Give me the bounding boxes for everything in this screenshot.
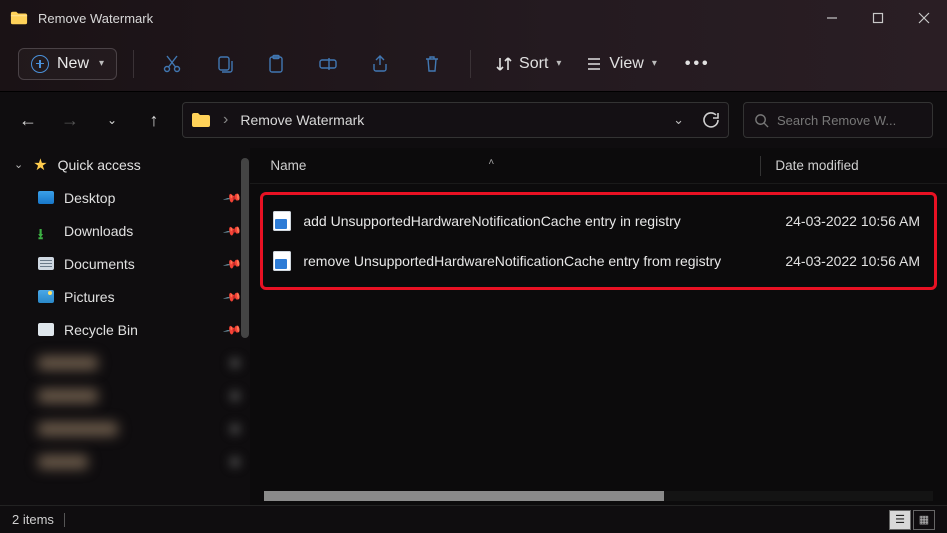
- pin-icon: 📌: [223, 319, 243, 339]
- copy-button[interactable]: [202, 44, 246, 84]
- file-date: 24-03-2022 10:56 AM: [785, 213, 928, 229]
- download-icon: ⭳: [38, 224, 54, 237]
- sidebar-item-recycle-bin[interactable]: Recycle Bin 📌: [0, 313, 250, 346]
- sidebar-item-redacted[interactable]: [0, 445, 250, 478]
- file-name: add UnsupportedHardwareNotificationCache…: [303, 213, 773, 229]
- view-label: View: [609, 55, 643, 73]
- quick-access-label: Quick access: [58, 157, 141, 173]
- column-header-row: Name ˄ Date modified: [250, 148, 947, 184]
- star-icon: ★: [33, 155, 47, 175]
- up-button[interactable]: ↑: [140, 106, 168, 134]
- view-icon: [585, 55, 603, 73]
- column-header-name[interactable]: Name ˄: [270, 158, 760, 173]
- recycle-bin-icon: [38, 323, 54, 336]
- paste-button[interactable]: [254, 44, 298, 84]
- file-row[interactable]: add UnsupportedHardwareNotificationCache…: [269, 201, 928, 241]
- sort-label: Sort: [519, 55, 548, 73]
- forward-button[interactable]: →: [56, 106, 84, 134]
- sidebar-item-desktop[interactable]: Desktop 📌: [0, 181, 250, 214]
- highlighted-files-box: add UnsupportedHardwareNotificationCache…: [260, 192, 937, 290]
- chevron-down-icon: ▾: [99, 58, 104, 69]
- cut-button[interactable]: [150, 44, 194, 84]
- maximize-button[interactable]: [855, 0, 901, 36]
- share-button[interactable]: [358, 44, 402, 84]
- pin-icon: 📌: [223, 220, 243, 240]
- breadcrumb-current[interactable]: Remove Watermark: [240, 112, 364, 128]
- back-button[interactable]: ←: [14, 106, 42, 134]
- folder-icon: [191, 112, 211, 128]
- chevron-down-icon: ⌄: [14, 158, 23, 171]
- chevron-down-icon: ▾: [556, 58, 561, 69]
- address-bar[interactable]: › Remove Watermark ⌄: [182, 102, 729, 138]
- column-date-label: Date modified: [775, 158, 858, 173]
- status-item-count: 2 items: [12, 512, 54, 527]
- sidebar-item-pictures[interactable]: Pictures 📌: [0, 280, 250, 313]
- thumbnails-view-button[interactable]: ▦: [913, 510, 935, 530]
- chevron-down-icon[interactable]: ⌄: [673, 112, 684, 128]
- column-separator: [760, 156, 761, 176]
- search-placeholder: Search Remove W...: [777, 113, 896, 128]
- sidebar-item-label: Recycle Bin: [64, 322, 138, 338]
- file-row[interactable]: remove UnsupportedHardwareNotificationCa…: [269, 241, 928, 281]
- window-title: Remove Watermark: [38, 11, 153, 26]
- sidebar: ⌄ ★ Quick access Desktop 📌 ⭳ Downloads 📌…: [0, 148, 250, 505]
- file-list-pane: Name ˄ Date modified add UnsupportedHard…: [250, 148, 947, 505]
- title-bar: Remove Watermark: [0, 0, 947, 36]
- horizontal-scrollbar[interactable]: [264, 491, 933, 501]
- refresh-button[interactable]: [702, 111, 720, 129]
- close-button[interactable]: [901, 0, 947, 36]
- sort-button[interactable]: Sort ▾: [487, 55, 569, 73]
- pictures-icon: [38, 290, 54, 303]
- folder-icon: [10, 10, 28, 26]
- breadcrumb-separator: ›: [223, 111, 228, 129]
- search-icon: [754, 113, 769, 128]
- plus-icon: [31, 55, 49, 73]
- sidebar-item-redacted[interactable]: [0, 412, 250, 445]
- reg-file-icon: [273, 251, 291, 271]
- separator: [64, 513, 65, 527]
- sidebar-section-quick-access[interactable]: ⌄ ★ Quick access: [0, 148, 250, 181]
- chevron-down-icon: ▾: [652, 58, 657, 69]
- sort-icon: [495, 55, 513, 73]
- sidebar-item-documents[interactable]: Documents 📌: [0, 247, 250, 280]
- pin-icon: 📌: [223, 187, 243, 207]
- desktop-icon: [38, 191, 54, 204]
- file-date: 24-03-2022 10:56 AM: [785, 253, 928, 269]
- sort-indicator-icon: ˄: [488, 157, 494, 168]
- nav-row: ← → ⌄ ↑ › Remove Watermark ⌄ Search Remo…: [0, 92, 947, 148]
- reg-file-icon: [273, 211, 291, 231]
- toolbar: New ▾ Sort ▾ View ▾ •••: [0, 36, 947, 92]
- column-header-date[interactable]: Date modified: [775, 158, 858, 173]
- pin-icon: 📌: [223, 253, 243, 273]
- sidebar-scrollbar[interactable]: [241, 158, 249, 338]
- sidebar-item-redacted[interactable]: [0, 379, 250, 412]
- sidebar-item-label: Downloads: [64, 223, 133, 239]
- sidebar-item-label: Desktop: [64, 190, 115, 206]
- rename-button[interactable]: [306, 44, 350, 84]
- column-name-label: Name: [270, 158, 306, 173]
- status-bar: 2 items ☰ ▦: [0, 505, 947, 533]
- new-label: New: [57, 55, 89, 73]
- sidebar-item-label: Documents: [64, 256, 135, 272]
- minimize-button[interactable]: [809, 0, 855, 36]
- new-button[interactable]: New ▾: [18, 48, 117, 80]
- sidebar-item-downloads[interactable]: ⭳ Downloads 📌: [0, 214, 250, 247]
- documents-icon: [38, 257, 54, 270]
- view-button[interactable]: View ▾: [577, 55, 664, 73]
- sidebar-item-redacted[interactable]: [0, 346, 250, 379]
- file-name: remove UnsupportedHardwareNotificationCa…: [303, 253, 773, 269]
- delete-button[interactable]: [410, 44, 454, 84]
- separator: [133, 50, 134, 78]
- recent-locations-button[interactable]: ⌄: [98, 106, 126, 134]
- details-view-button[interactable]: ☰: [889, 510, 911, 530]
- sidebar-item-label: Pictures: [64, 289, 115, 305]
- more-button[interactable]: •••: [673, 55, 723, 73]
- search-input[interactable]: Search Remove W...: [743, 102, 933, 138]
- pin-icon: 📌: [223, 286, 243, 306]
- separator: [470, 50, 471, 78]
